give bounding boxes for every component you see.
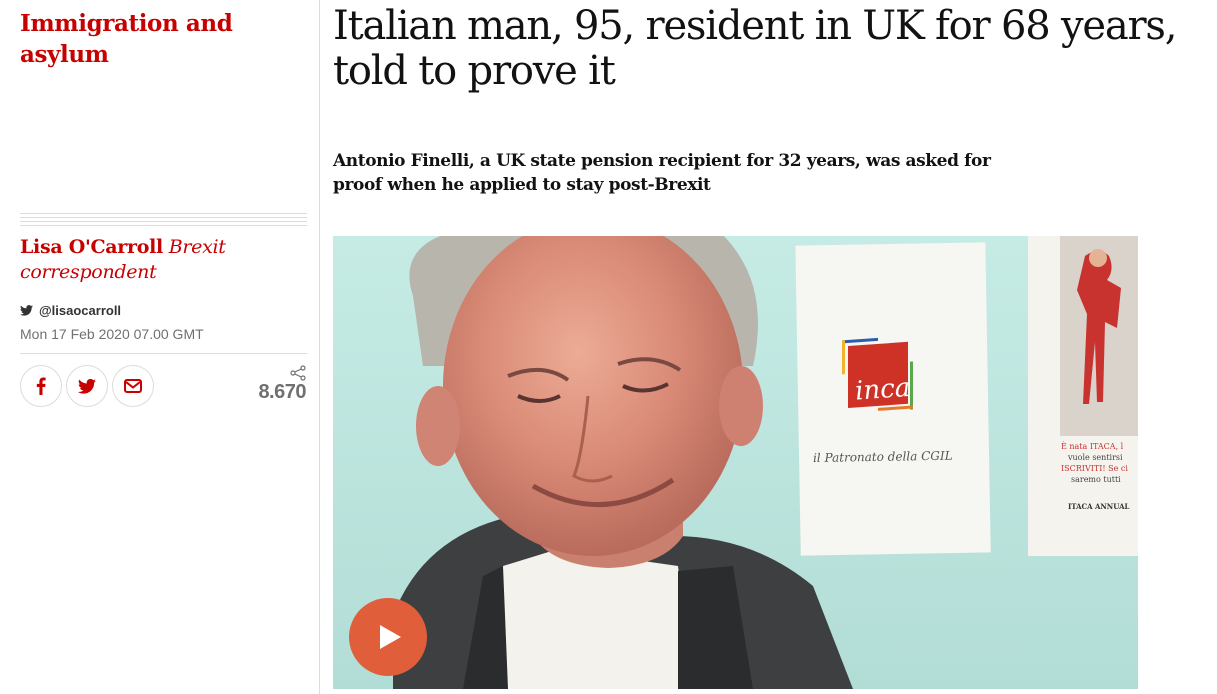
twitter-handle[interactable]: @lisaocarroll <box>39 303 121 318</box>
share-twitter-button[interactable] <box>66 365 108 407</box>
article-standfirst: Antonio Finelli, a UK state pension reci… <box>333 151 991 195</box>
inca-logo-text: inca <box>854 373 911 407</box>
itaca-line3: ISCRIVITI! Se ci <box>1061 464 1128 473</box>
twitter-bird-icon <box>20 304 33 316</box>
play-icon <box>380 625 401 649</box>
publish-date: Mon 17 Feb 2020 07.00 GMT <box>20 326 204 342</box>
share-icon <box>290 365 306 381</box>
share-facebook-button[interactable] <box>20 365 62 407</box>
itaca-line5: ITACA ANNUAL <box>1068 502 1130 511</box>
divider <box>20 353 307 354</box>
itaca-line2: vuole sentirsi <box>1067 453 1123 462</box>
video-poster: inca il Patronato della CGIL È nata ITAC… <box>333 236 1138 689</box>
video-player[interactable]: inca il Patronato della CGIL È nata ITAC… <box>333 236 1138 689</box>
share-buttons <box>20 365 154 407</box>
inca-caption-text: il Patronato della CGIL <box>813 449 953 465</box>
article-headline: Italian man, 95, resident in UK for 68 y… <box>333 3 1177 94</box>
share-count: 8.670 <box>226 365 307 404</box>
share-count-number: 8.670 <box>258 381 306 403</box>
author-name[interactable]: Lisa O'Carroll <box>20 236 163 258</box>
email-icon <box>124 379 142 393</box>
article-sidebar: Immigration and asylum Lisa O'Carroll Br… <box>0 0 320 694</box>
itaca-line4: saremo tutti <box>1071 475 1121 484</box>
itaca-line1: È nata ITACA, l <box>1061 442 1124 451</box>
facebook-icon <box>36 377 46 395</box>
twitter-handle-link[interactable]: @lisaocarroll <box>20 301 121 319</box>
rule-divider <box>20 213 307 227</box>
play-button[interactable] <box>349 598 427 676</box>
byline: Lisa O'Carroll Brexit correspondent <box>20 235 305 285</box>
twitter-icon <box>78 378 96 394</box>
section-label[interactable]: Immigration and asylum <box>20 8 300 70</box>
share-email-button[interactable] <box>112 365 154 407</box>
